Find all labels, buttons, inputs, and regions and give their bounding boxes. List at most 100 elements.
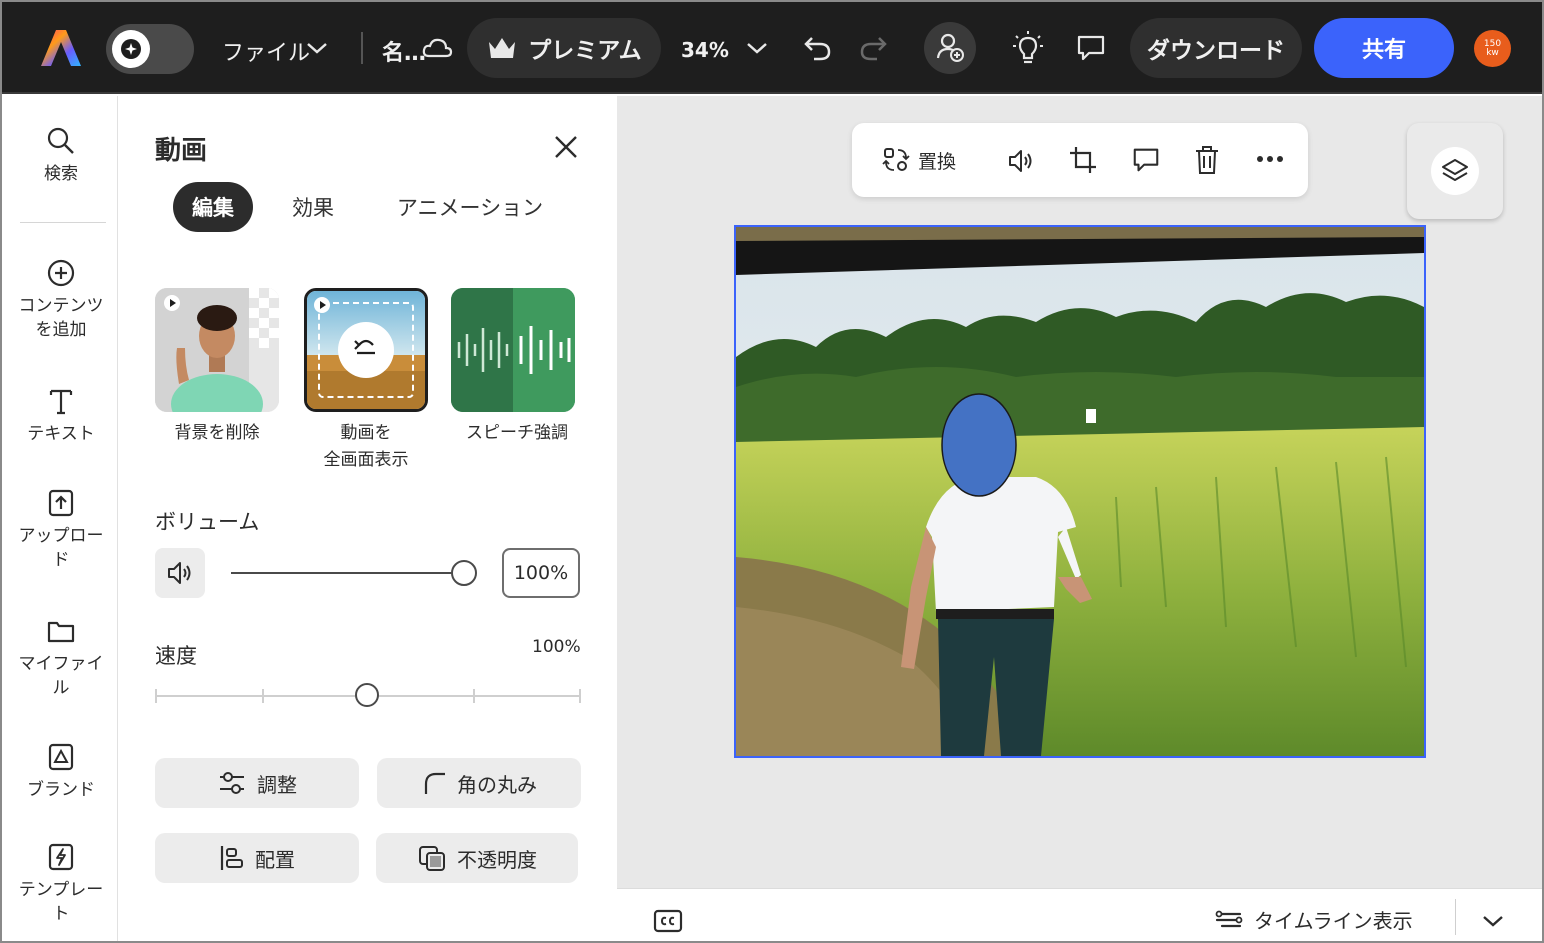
more-icon[interactable] — [1256, 153, 1284, 165]
lightbulb-icon[interactable] — [1013, 30, 1043, 66]
avatar-text-bottom: kw — [1486, 47, 1499, 58]
rail-label-files-1: マイファイ — [18, 654, 104, 674]
opacity-icon — [419, 846, 445, 871]
sparkle-icon — [112, 30, 150, 68]
corner-radius-button[interactable]: 角の丸み — [377, 758, 581, 808]
speed-tick — [262, 689, 264, 703]
opacity-button[interactable]: 不透明度 — [376, 833, 578, 883]
rail-label-files-2: ル — [52, 678, 70, 698]
speed-tick — [155, 689, 157, 703]
avatar[interactable]: 150 kw — [1474, 30, 1511, 67]
folder-icon — [47, 621, 75, 643]
expand-chevron-down-icon[interactable] — [1481, 913, 1505, 929]
fullscreen-video-label: 動画を 全画面表示 — [301, 420, 431, 474]
document-name[interactable]: 名… — [382, 35, 426, 67]
zoom-level[interactable]: 34% — [681, 38, 729, 62]
adjust-button[interactable]: 調整 — [155, 758, 359, 808]
rail-item-templates[interactable]: テンプレー ト — [4, 842, 118, 926]
divider — [361, 32, 363, 64]
fullscreen-video-label-1: 動画を — [340, 423, 392, 443]
rail-label-search: 検索 — [44, 164, 78, 184]
rail-item-add-content[interactable]: コンテンツ を追加 — [4, 258, 118, 342]
volume-slider-track[interactable] — [231, 572, 453, 574]
remove-background-thumbnail[interactable] — [155, 288, 279, 412]
video-panel: 動画 編集 効果 アニメーション 背景を削除 動画を 全画面表示 スピーチ強調 … — [119, 96, 617, 941]
speed-slider-handle[interactable] — [355, 683, 379, 707]
crown-icon — [489, 38, 516, 58]
align-left-icon — [220, 846, 243, 870]
tab-edit[interactable]: 編集 — [173, 182, 253, 232]
closed-captions-icon[interactable] — [653, 909, 683, 933]
trash-icon[interactable] — [1194, 145, 1220, 175]
generate-toggle[interactable] — [106, 24, 194, 74]
align-button[interactable]: 配置 — [155, 833, 359, 883]
timeline-toggle[interactable]: タイムライン表示 — [1254, 905, 1413, 934]
replace-icon — [882, 148, 910, 171]
volume-slider-handle[interactable] — [451, 560, 477, 586]
speed-tick — [473, 689, 475, 703]
rail-label-text: テキスト — [27, 424, 95, 444]
speed-value: 100% — [532, 637, 581, 657]
rail-label-template-1: テンプレー — [18, 880, 104, 900]
share-label: 共有 — [1361, 38, 1406, 63]
bottom-divider — [1455, 899, 1456, 935]
premium-label: プレミアム — [528, 38, 642, 64]
undo-icon[interactable] — [802, 34, 832, 62]
redo-icon[interactable] — [859, 34, 889, 62]
download-button[interactable]: ダウンロード — [1130, 18, 1302, 78]
rail-label-content-2: を追加 — [35, 320, 87, 340]
mute-button[interactable] — [155, 548, 205, 598]
rail-label-brand: ブランド — [27, 780, 95, 800]
corner-radius-label: 角の丸み — [457, 772, 537, 797]
rail-item-text[interactable]: テキスト — [4, 386, 118, 446]
invite-button[interactable] — [924, 22, 976, 74]
download-label: ダウンロード — [1147, 38, 1285, 64]
tab-animation[interactable]: アニメーション — [385, 182, 555, 232]
volume-icon[interactable] — [1006, 147, 1036, 175]
crop-icon[interactable] — [1068, 145, 1098, 175]
rail-item-upload[interactable]: アップロー ド — [4, 488, 118, 572]
brand-icon — [48, 743, 74, 771]
zoom-chevron-down-icon[interactable] — [746, 40, 768, 56]
template-icon — [48, 843, 74, 871]
top-bar: ファイル 名… プレミアム 34% ダウンロード 共有 150 kw — [2, 2, 1542, 94]
speed-label: 速度 — [155, 644, 197, 668]
video-frame[interactable] — [734, 225, 1426, 758]
speech-enhance-label: スピーチ強調 — [466, 423, 568, 443]
speech-enhance-image — [451, 288, 575, 412]
opacity-label: 不透明度 — [457, 847, 537, 872]
upload-icon — [48, 489, 74, 517]
premium-button[interactable]: プレミアム — [467, 18, 661, 78]
remove-background-label: 背景を削除 — [174, 423, 260, 443]
replace-button[interactable]: 置換 — [882, 145, 956, 175]
speech-enhance-thumbnail[interactable] — [451, 288, 575, 412]
rail-divider — [20, 222, 106, 223]
chevron-down-icon[interactable] — [306, 40, 328, 56]
timeline-icon[interactable] — [1214, 909, 1244, 931]
comment-icon[interactable] — [1131, 145, 1161, 175]
fullscreen-video-thumbnail[interactable] — [304, 288, 428, 412]
sliders-icon — [220, 772, 244, 794]
close-icon[interactable] — [551, 132, 581, 162]
left-rail: 検索 コンテンツ を追加 テキスト アップロー ド マイファイ ル ブランド テ… — [4, 96, 118, 941]
rail-item-my-files[interactable]: マイファイ ル — [4, 616, 118, 700]
panel-title: 動画 — [155, 136, 208, 166]
adobe-express-logo-icon[interactable] — [40, 28, 82, 68]
rail-label-template-2: ト — [52, 904, 70, 924]
file-menu[interactable]: ファイル — [222, 35, 310, 67]
layers-button[interactable] — [1407, 123, 1503, 219]
adjust-label: 調整 — [257, 772, 297, 797]
rail-label-upload-2: ド — [52, 550, 70, 570]
canvas-area: 置換 — [617, 96, 1542, 888]
speaker-icon — [168, 562, 191, 584]
comment-icon[interactable] — [1075, 33, 1107, 63]
app-window: ファイル 名… プレミアム 34% ダウンロード 共有 150 kw 検索 コン… — [0, 0, 1544, 943]
tab-effects[interactable]: 効果 — [273, 182, 353, 232]
rail-label-upload-1: アップロー — [18, 526, 104, 546]
share-button[interactable]: 共有 — [1314, 18, 1454, 78]
video-thumbnail-image — [736, 227, 1424, 756]
cloud-icon[interactable] — [421, 36, 453, 60]
rail-item-search[interactable]: 検索 — [4, 126, 118, 186]
volume-value-field[interactable]: 100% — [502, 548, 580, 598]
rail-item-brand[interactable]: ブランド — [4, 742, 118, 802]
